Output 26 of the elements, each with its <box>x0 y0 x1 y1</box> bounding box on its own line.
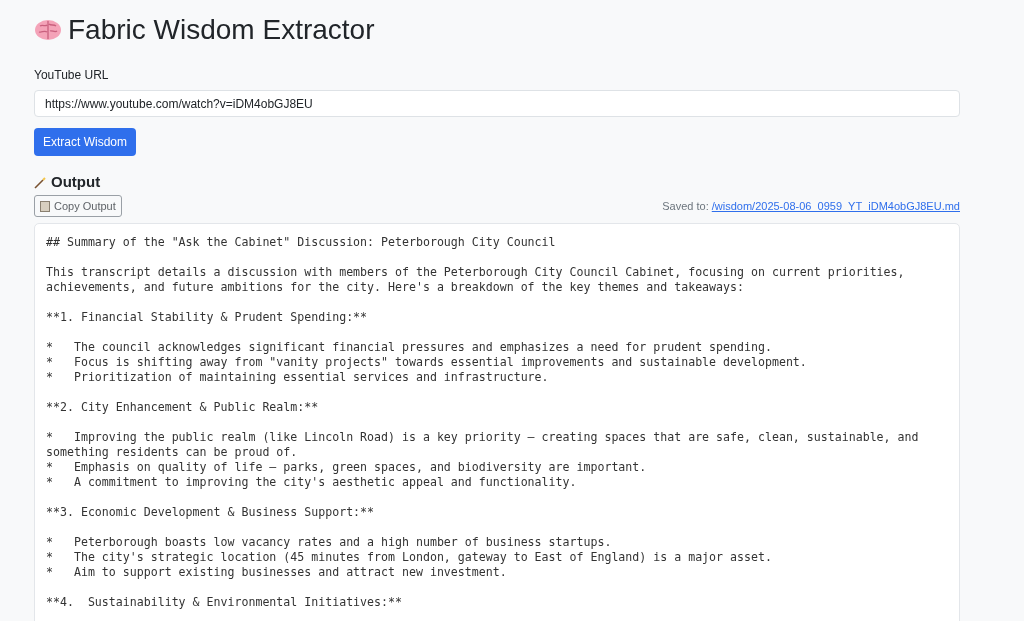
copy-output-button[interactable]: Copy Output <box>34 195 122 217</box>
clipboard-icon <box>40 200 50 212</box>
output-text-line: * The council acknowledges significant financial pressures and emphasizes a need for prudent spending. <box>46 340 773 355</box>
output-text-line: * Improving the public realm (like Lincoln Road) is a key priority – creating spaces that are safe, clean, sustainable, and something residents can be proud of. <box>46 430 920 460</box>
saved-to-label: Saved to: <box>662 198 709 214</box>
output-text-line: * The city's strategic location (45 minutes from London, gateway to East of England) is a major asset. <box>46 550 773 565</box>
page-title: Fabric Wisdom Extractor <box>68 16 375 44</box>
field-label: YouTube URL <box>34 67 110 84</box>
url-input-field[interactable]: https://www.youtube.com/watch?v=iDM4obGJ8EU <box>34 90 960 117</box>
output-text-line: * Aim to support existing businesses and attract new investment. <box>46 565 508 580</box>
magic-wand-icon <box>34 175 47 189</box>
output-text-line: **2. City Enhancement & Public Realm:** <box>46 400 320 415</box>
output-text-line: * Prioritization of maintaining essential services and infrastructure. <box>46 370 550 385</box>
output-text-line: * A commitment to improving the city's aesthetic appeal and functionality. <box>46 475 578 490</box>
output-text-line: * Focus is shifting away from "vanity projects" towards essential improvements and sustainable development. <box>46 355 808 370</box>
extract-wisdom-button[interactable]: Extract Wisdom <box>34 128 136 156</box>
output-text-line: **1. Financial Stability & Prudent Spending:** <box>46 310 369 325</box>
output-text-line: * Peterborough boasts low vacancy rates and a high number of business startups. <box>46 535 613 550</box>
output-text-line: **4. Sustainability & Environmental Initiatives:** <box>46 595 403 610</box>
saved-file-link[interactable]: /wisdom/2025-08-06_0959_YT_iDM4obGJ8EU.md <box>711 197 960 214</box>
output-text-line: ## Summary of the "Ask the Cabinet" Discussion: Peterborough City Council <box>46 235 557 250</box>
section-heading: Output <box>51 171 101 192</box>
output-text-line: * Emphasis on quality of life – parks, green spaces, and biodiversity are important. <box>46 460 648 475</box>
output-text-line: This transcript details a discussion with members of the Peterborough City Council Cabinet, focusing on current priorities, achievements, and future ambitions for the city. Here's a breakdown of the key themes and takeaways: <box>46 265 906 295</box>
output-text-line: **3. Economic Development & Business Support:** <box>46 505 376 520</box>
brain-icon <box>34 18 62 42</box>
